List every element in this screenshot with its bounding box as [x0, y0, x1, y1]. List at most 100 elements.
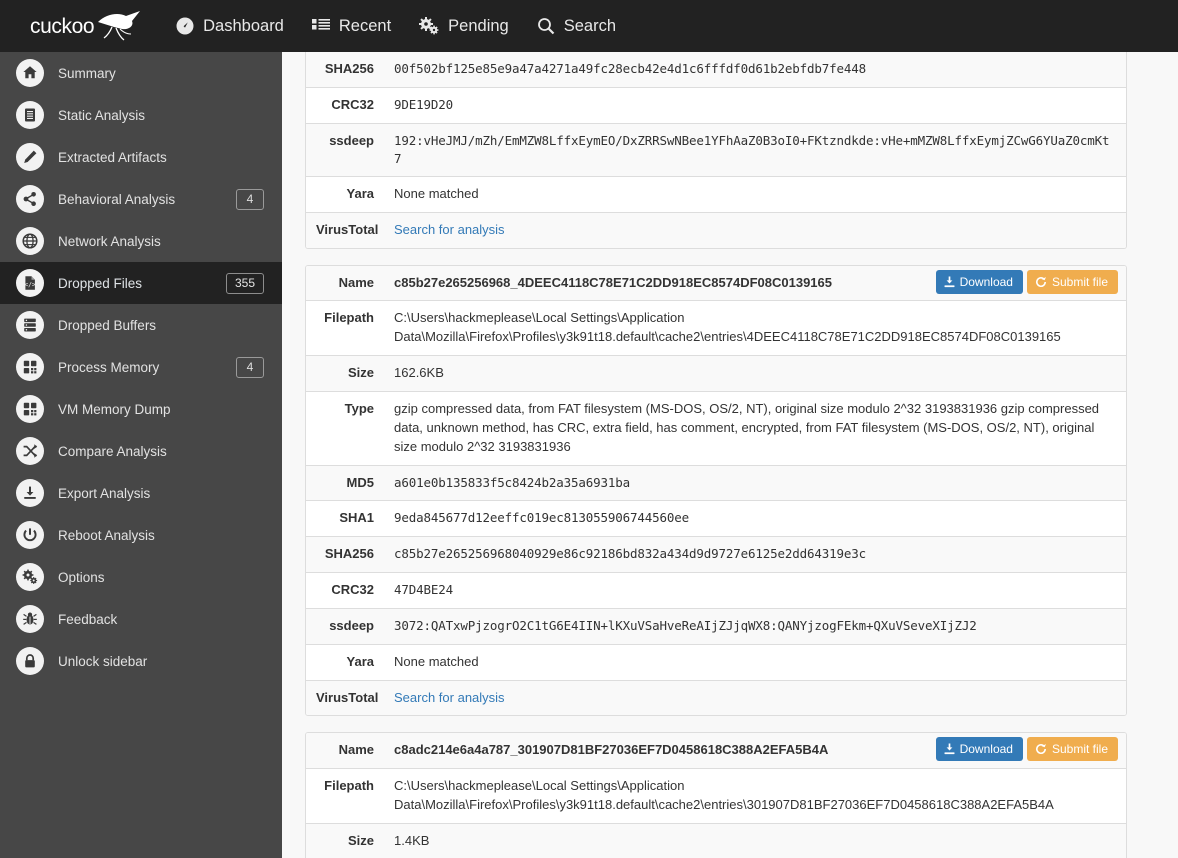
table-row: VirusTotal Search for analysis	[306, 679, 1126, 716]
field-label-virustotal: VirusTotal	[306, 679, 384, 716]
sidebar-item-vm-memory-dump[interactable]: VM Memory Dump	[0, 388, 282, 430]
virustotal-search-link[interactable]: Search for analysis	[394, 690, 505, 705]
dropped-file-table: SHA256 00f502bf125e85e9a47a4271a49fc28ecb…	[306, 52, 1126, 248]
refresh-icon	[1035, 276, 1047, 288]
sidebar-item-static-analysis[interactable]: Static Analysis	[0, 94, 282, 136]
field-text-crc32: 9DE19D20	[394, 96, 454, 112]
field-text-ssdeep: 3072:QATxwPjzogrO2C1tG6E4IIN+lKXuVSaHveR…	[394, 617, 977, 633]
field-label-virustotal: VirusTotal	[306, 211, 384, 248]
nav-item-label: Pending	[448, 16, 509, 35]
field-text-crc32: 47D4BE24	[394, 582, 454, 598]
sidebar-item-label: Reboot Analysis	[58, 527, 155, 543]
sidebar-item-export-analysis[interactable]: Export Analysis	[0, 472, 282, 514]
dropped-file-panel: Name c85b27e265256968_4DEEC4118C78E71C2DD…	[305, 264, 1127, 717]
sidebar-item-process-memory[interactable]: Process Memory 4	[0, 346, 282, 388]
field-text-filepath: C:\Users\hackmeplease\Local Settings\App…	[394, 310, 1061, 345]
dropped-file-table: Name c85b27e265256968_4DEEC4118C78E71C2DD…	[306, 265, 1126, 716]
table-row: Size 162.6KB	[306, 355, 1126, 392]
nav-item-dashboard[interactable]: Dashboard	[176, 17, 284, 36]
table-row: SHA1 9eda845677d12eeffc019ec8130559067445…	[306, 500, 1126, 537]
submit-file-button[interactable]: Submit file	[1026, 737, 1118, 762]
table-row: Name c85b27e265256968_4DEEC4118C78E71C2DD…	[306, 265, 1126, 301]
sidebar-item-unlock-sidebar[interactable]: Unlock sidebar	[0, 640, 282, 682]
field-value-sha1: 9eda845677d12eeffc019ec813055906744560ee	[384, 500, 1126, 537]
cogs-icon	[419, 17, 439, 35]
field-text-name: c8adc214e6a4a787_301907D81BF27036EF7D045…	[394, 742, 829, 758]
share-icon	[16, 185, 44, 213]
download-button[interactable]: Download	[935, 737, 1023, 762]
field-label-filepath: Filepath	[306, 300, 384, 356]
sidebar-item-dropped-files[interactable]: </> Dropped Files 355	[0, 262, 282, 304]
shuffle-icon	[16, 437, 44, 465]
table-row: VirusTotal Search for analysis	[306, 211, 1126, 248]
table-row: SHA256 00f502bf125e85e9a47a4271a49fc28ecb…	[306, 52, 1126, 88]
field-value-crc32: 47D4BE24	[384, 572, 1126, 609]
sidebar-item-options[interactable]: Options	[0, 556, 282, 598]
download-button[interactable]: Download	[935, 269, 1023, 294]
table-row: Filepath C:\Users\hackmeplease\Local Sett…	[306, 768, 1126, 824]
field-label-type: Type	[306, 391, 384, 466]
table-row: Size 1.4KB	[306, 822, 1126, 858]
download-icon	[944, 276, 955, 288]
sidebar-item-behavioral-analysis[interactable]: Behavioral Analysis 4	[0, 178, 282, 220]
table-row: Yara None matched	[306, 175, 1126, 213]
field-label-name: Name	[306, 265, 384, 301]
sidebar-item-extracted-artifacts[interactable]: Extracted Artifacts	[0, 136, 282, 178]
field-text-sha256: c85b27e265256968040929e86c92186bd832a434…	[394, 546, 867, 562]
list-icon	[311, 18, 330, 34]
field-text-type: gzip compressed data, from FAT filesyste…	[394, 401, 1100, 454]
download-button-label: Download	[959, 742, 1013, 757]
nav-item-recent[interactable]: Recent	[311, 16, 392, 36]
field-label-yara: Yara	[306, 643, 384, 681]
table-row: SHA256 c85b27e265256968040929e86c92186bd8…	[306, 536, 1126, 573]
field-label-yara: Yara	[306, 175, 384, 213]
sidebar-item-label: Compare Analysis	[58, 443, 167, 459]
lock-icon	[16, 647, 44, 675]
field-text-size: 1.4KB	[394, 832, 430, 848]
sidebar-item-compare-analysis[interactable]: Compare Analysis	[0, 430, 282, 472]
nav-item-search[interactable]: Search	[537, 17, 616, 36]
field-label-filepath: Filepath	[306, 768, 384, 824]
sidebar-item-badge: 355	[225, 272, 264, 294]
table-row: Filepath C:\Users\hackmeplease\Local Sett…	[306, 300, 1126, 356]
home-icon	[16, 59, 44, 87]
submit-file-button-label: Submit file	[1051, 742, 1108, 757]
nav-item-pending[interactable]: Pending	[419, 17, 509, 36]
field-value-name: c85b27e265256968_4DEEC4118C78E71C2DD918E…	[384, 265, 1126, 301]
sidebar-item-badge: 4	[236, 356, 264, 378]
cogs-icon	[16, 563, 44, 591]
sidebar-item-summary[interactable]: Summary	[0, 52, 282, 94]
cuckoo-logo[interactable]: cuckoo	[30, 0, 142, 52]
field-value-md5: a601e0b135833f5c8424b2a35a6931ba	[384, 464, 1126, 501]
sidebar-item-label: Extracted Artifacts	[58, 149, 167, 165]
download-icon	[16, 479, 44, 507]
top-navigation-bar: cuckoo Dashboard Recent Pending Search	[0, 0, 1178, 52]
field-value-yara: None matched	[384, 175, 1126, 213]
field-text-sha256: 00f502bf125e85e9a47a4271a49fc28ecb42e4d1…	[394, 61, 867, 76]
sidebar-item-reboot-analysis[interactable]: Reboot Analysis	[0, 514, 282, 556]
submit-file-button[interactable]: Submit file	[1026, 269, 1118, 294]
field-label-crc32: CRC32	[306, 86, 384, 124]
pencil-icon	[16, 143, 44, 171]
field-value-filepath: C:\Users\hackmeplease\Local Settings\App…	[384, 300, 1126, 356]
sidebar-item-label: Feedback	[58, 611, 118, 627]
gauge-icon	[176, 17, 194, 35]
field-value-size: 1.4KB	[384, 822, 1126, 858]
sidebar-item-label: Dropped Buffers	[58, 317, 157, 333]
table-row: Type gzip compressed data, from FAT files…	[306, 391, 1126, 466]
sidebar-item-dropped-buffers[interactable]: Dropped Buffers	[0, 304, 282, 346]
bug-icon	[16, 605, 44, 633]
submit-file-button-label: Submit file	[1051, 274, 1108, 289]
cuckoo-bird-icon	[98, 11, 141, 41]
field-text-yara: None matched	[394, 185, 479, 201]
nav-item-label: Recent	[338, 16, 392, 35]
sidebar-item-label: Behavioral Analysis	[58, 191, 176, 207]
virustotal-search-link[interactable]: Search for analysis	[394, 222, 505, 237]
sidebar-item-label: Network Analysis	[58, 233, 161, 249]
field-label-sha256: SHA256	[306, 536, 384, 573]
sidebar-item-feedback[interactable]: Feedback	[0, 598, 282, 640]
sidebar-item-label: Dropped Files	[58, 275, 143, 291]
sidebar-item-label: Export Analysis	[58, 485, 151, 501]
sidebar-item-network-analysis[interactable]: Network Analysis	[0, 220, 282, 262]
field-label-md5: MD5	[306, 464, 384, 501]
